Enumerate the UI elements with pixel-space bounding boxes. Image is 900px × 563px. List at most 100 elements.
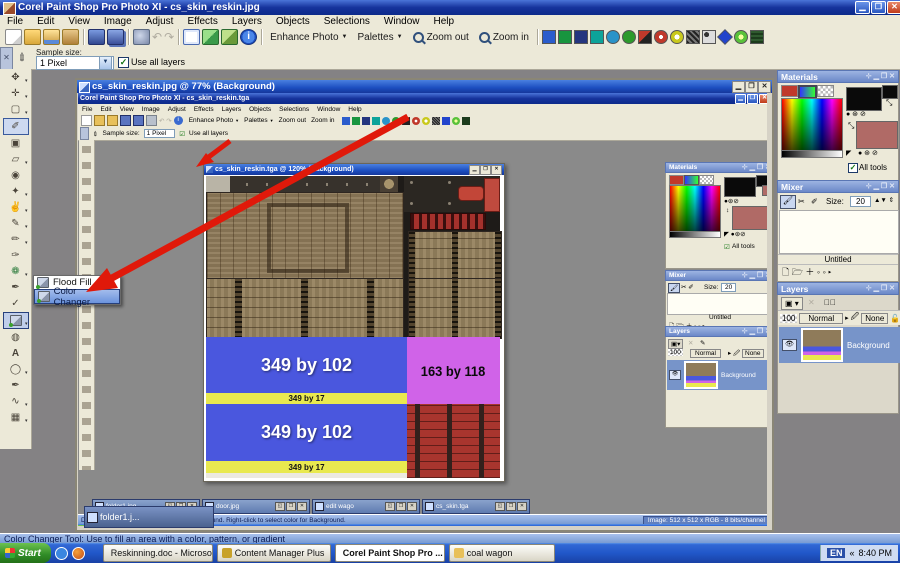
task-reskinning-doc[interactable]: Reskinning.doc - Microso...: [103, 544, 213, 562]
lighten-darken-tool-button[interactable]: ❁▾: [4, 264, 28, 279]
new-image-icon[interactable]: [5, 29, 22, 45]
link-set-button[interactable]: None: [861, 313, 888, 324]
effect-button-6[interactable]: [622, 30, 636, 44]
layers-titlebar[interactable]: Layers ⊹ ▁ ❐ ✕: [777, 282, 899, 295]
flyout-item-color-changer[interactable]: Color Changer: [34, 289, 120, 304]
quicklaunch-firefox-icon[interactable]: [72, 547, 85, 560]
menu-window[interactable]: Window: [377, 15, 427, 28]
mesh-warp-tool-button[interactable]: ▦▾: [4, 410, 28, 425]
warp-brush-tool-button[interactable]: ∿▾: [4, 394, 28, 409]
materials-tab-frame[interactable]: [781, 85, 798, 97]
mixer-knife-tool[interactable]: ✂: [798, 197, 805, 206]
effect-button-2[interactable]: [558, 30, 572, 44]
maximize-button[interactable]: ❐: [871, 1, 886, 14]
red-eye-tool-button[interactable]: ◉: [4, 168, 28, 183]
effect-button-3[interactable]: [574, 30, 588, 44]
doc-close-button[interactable]: ✕: [758, 81, 771, 93]
materials-tab-swatches[interactable]: [817, 85, 834, 97]
effect-button-5[interactable]: [606, 30, 620, 44]
dropdown-arrow-icon[interactable]: ▼: [99, 56, 112, 70]
rainbow-color-picker[interactable]: [781, 98, 843, 152]
minimized-document-folder1[interactable]: folder1.j...: [84, 506, 214, 528]
doc-minimize-button[interactable]: ▁: [732, 81, 745, 93]
effect-button-1[interactable]: [542, 30, 556, 44]
clone-brush-tool-button[interactable]: ✌▾: [4, 200, 28, 215]
mixer-titlebar[interactable]: Mixer ⊹ ▁ ❐ ✕: [777, 180, 899, 193]
effect-button-14[interactable]: [750, 30, 764, 44]
eraser-tool-button[interactable]: ✒: [4, 280, 28, 295]
materials-window-buttons[interactable]: ⊹ ▁ ❐ ✕: [866, 72, 895, 81]
effect-button-11[interactable]: [702, 30, 716, 44]
effect-button-7[interactable]: [638, 30, 652, 44]
mixer-page-buttons[interactable]: 🗋 🗁 ＋ ◦ ◦ ▸: [782, 265, 832, 281]
materials-titlebar[interactable]: Materials ⊹ ▁ ❐ ✕: [777, 70, 899, 83]
text-tool-button[interactable]: A: [4, 346, 28, 361]
foreground-style-icons[interactable]: ● ⊛ ⊘: [846, 110, 866, 118]
palettes-button[interactable]: Palettes▼: [352, 31, 407, 44]
task-content-manager[interactable]: Content Manager Plus: [217, 544, 331, 562]
enhance-photo-button[interactable]: Enhance Photo▼: [265, 31, 352, 44]
preset-shape-tool-button[interactable]: ◯▾: [4, 362, 28, 377]
menu-image[interactable]: Image: [97, 15, 139, 28]
task-paint-shop-pro[interactable]: Corel Paint Shop Pro ...: [335, 544, 445, 562]
menu-effects[interactable]: Effects: [180, 15, 224, 28]
new-layer-button[interactable]: ▣ ▾: [781, 297, 803, 310]
move-tool-button[interactable]: ✛▾: [4, 86, 28, 101]
transparency-icon[interactable]: ◤: [846, 149, 851, 157]
dodge-brush-tool-button[interactable]: ✎▾: [4, 216, 28, 231]
zoom-in-button[interactable]: Zoom in: [474, 31, 534, 44]
layer-opacity-value[interactable]: 100: [780, 314, 797, 323]
menu-edit[interactable]: Edit: [30, 15, 61, 28]
mixer-size-value[interactable]: 20: [850, 196, 871, 207]
straighten-tool-button[interactable]: ▱▾: [4, 152, 28, 167]
start-button[interactable]: Start: [0, 543, 51, 563]
menu-help[interactable]: Help: [426, 15, 461, 28]
pen-tool-button[interactable]: ✒: [4, 378, 28, 393]
menu-file[interactable]: File: [0, 15, 30, 28]
mixer-canvas[interactable]: [779, 210, 899, 254]
selection-tool-button[interactable]: ▢▾: [4, 102, 28, 117]
foreground-swatch[interactable]: [846, 87, 882, 111]
effect-button-10[interactable]: [686, 30, 700, 44]
blend-mode-dropdown[interactable]: Normal: [799, 313, 843, 324]
crop-tool-button[interactable]: ▣: [4, 136, 28, 151]
mixer-dropper-tool[interactable]: ✐: [811, 197, 818, 206]
flood-fill-tool-button[interactable]: ▾: [3, 312, 29, 329]
sample-size-dropdown[interactable]: 1 Pixel▼: [36, 56, 114, 70]
minimize-button[interactable]: ▁: [855, 1, 870, 14]
menu-objects[interactable]: Objects: [269, 15, 317, 28]
mixer-size-stepper[interactable]: ▲▼ ⇕: [874, 196, 894, 204]
doc-restore-button[interactable]: ❐: [745, 81, 758, 93]
link-brush-icon[interactable]: 🖉: [851, 311, 860, 325]
swap-materials-icon[interactable]: ⤡: [848, 121, 854, 131]
save-icon[interactable]: [88, 29, 105, 45]
background-style-icons[interactable]: ● ⊛ ⊘: [858, 149, 878, 157]
document-titlebar[interactable]: cs_skin_reskin.jpg @ 77% (Background) ▁ …: [77, 80, 772, 93]
dropper-tool-button[interactable]: ✐: [3, 118, 29, 135]
paint-brush-tool-button[interactable]: ✏▾: [4, 232, 28, 247]
edit-selection-button[interactable]: ✎⃞: [824, 298, 836, 307]
all-tools-checkbox[interactable]: ✓: [848, 163, 858, 173]
greyscale-strip[interactable]: [781, 150, 843, 158]
layer-row-background[interactable]: 👁 Background: [779, 327, 900, 363]
tray-collapse-arrow[interactable]: «: [849, 548, 854, 558]
browse-icon[interactable]: [43, 29, 60, 45]
scan-icon[interactable]: [62, 29, 79, 45]
task-coal-wagon[interactable]: coal wagon: [449, 544, 555, 562]
effect-button-12[interactable]: [717, 29, 733, 45]
effect-button-13[interactable]: [734, 30, 748, 44]
menu-view[interactable]: View: [61, 15, 97, 28]
layer-visibility-icon[interactable]: 👁: [782, 339, 797, 351]
close-button[interactable]: ✕: [887, 1, 900, 14]
menu-selections[interactable]: Selections: [317, 15, 377, 28]
mixer-brush-tool[interactable]: 🖌: [780, 195, 796, 209]
save-as-icon[interactable]: [107, 29, 124, 45]
menu-adjust[interactable]: Adjust: [139, 15, 181, 28]
quicklaunch-ie-icon[interactable]: [55, 547, 68, 560]
background-eraser-tool-button[interactable]: ✓: [4, 296, 28, 311]
pan-tool-button[interactable]: ✥▾: [4, 70, 28, 85]
capture-icon[interactable]: [183, 29, 200, 45]
makeover-tool-button[interactable]: ✦▾: [4, 184, 28, 199]
print-icon[interactable]: [133, 29, 150, 45]
photo-tray-icon[interactable]: [221, 29, 238, 45]
